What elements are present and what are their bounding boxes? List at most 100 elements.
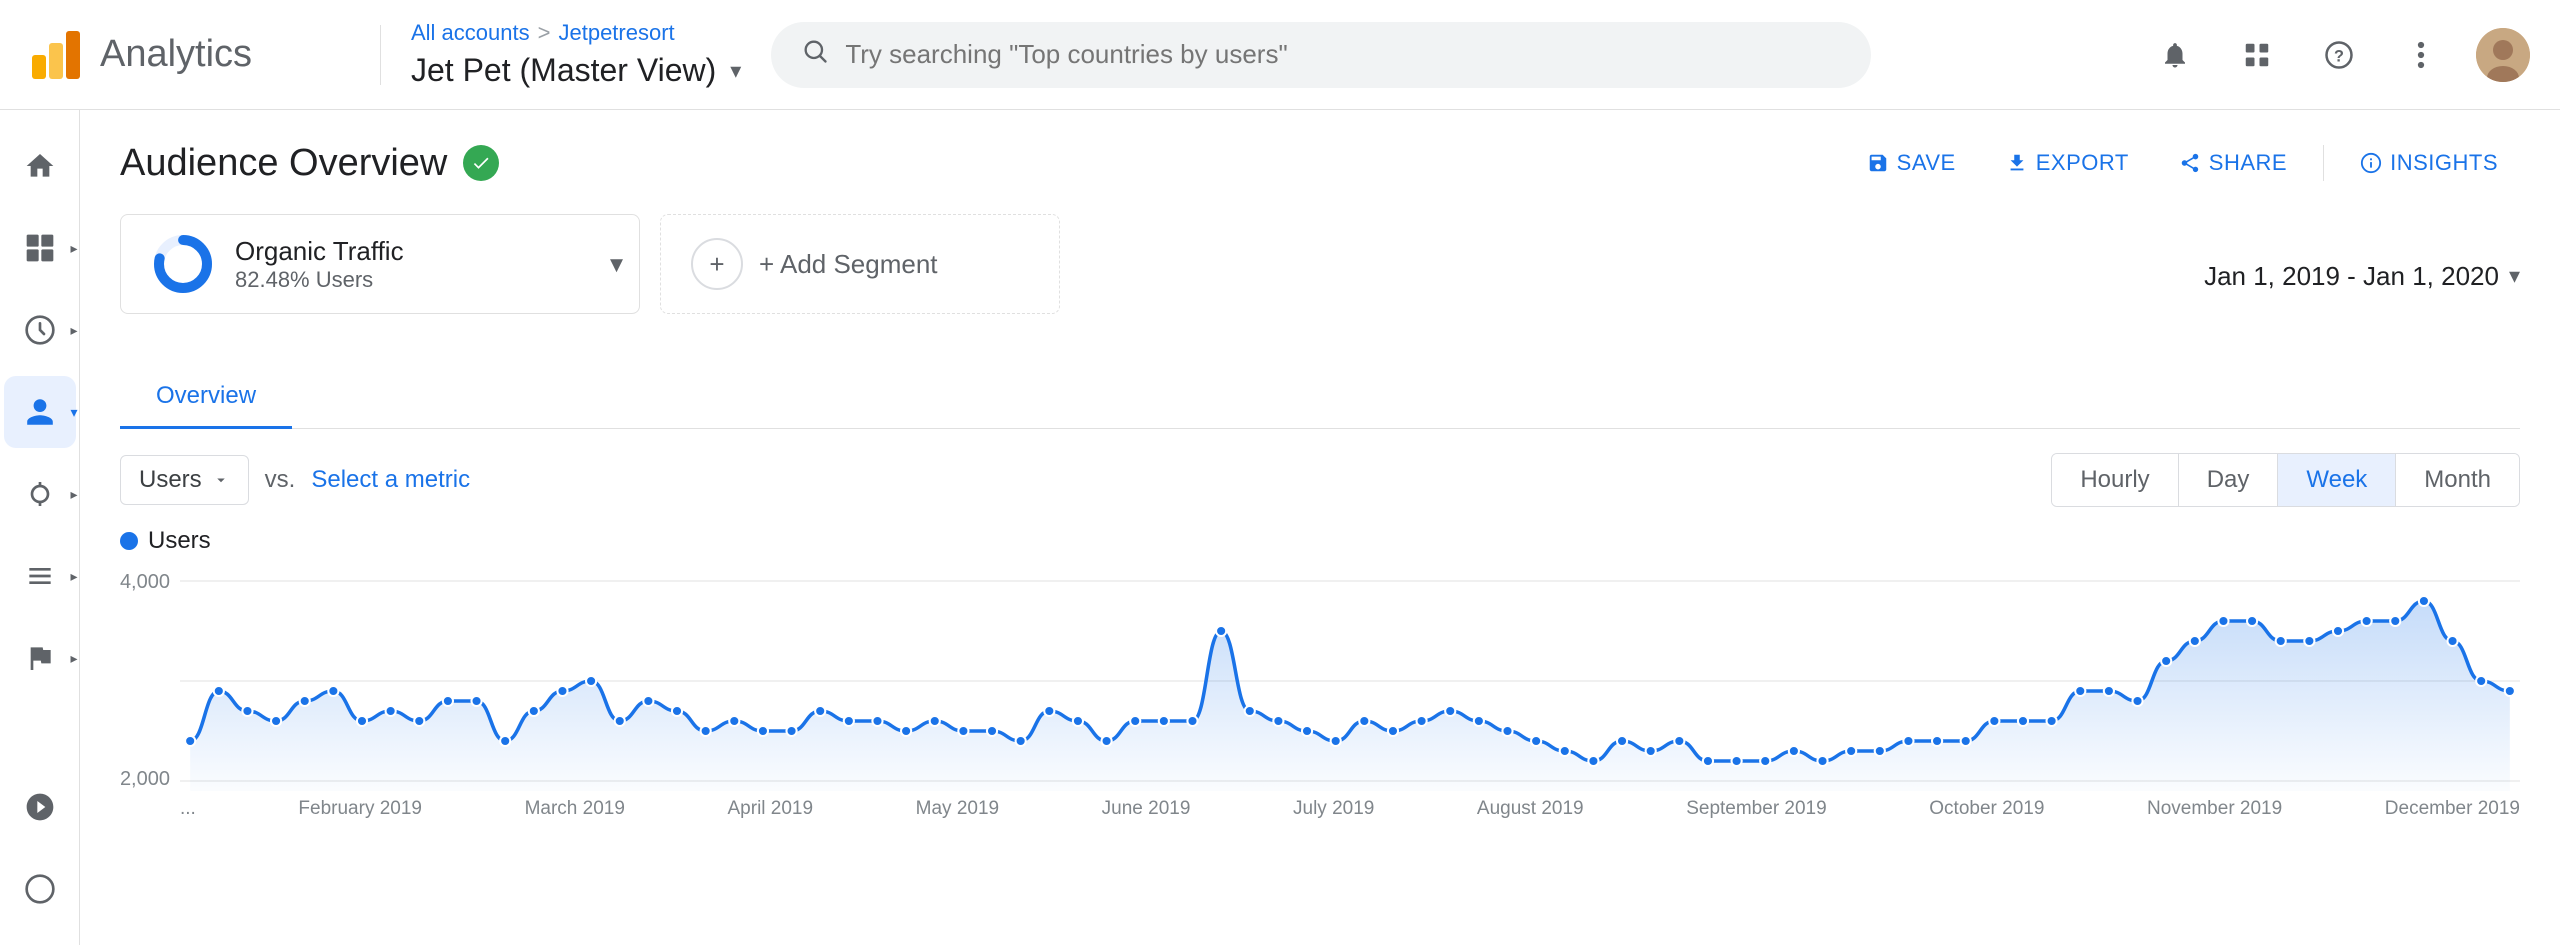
segment-name: Organic Traffic <box>235 236 404 267</box>
breadcrumb: All accounts > Jetpetresort <box>411 20 741 46</box>
tab-overview[interactable]: Overview <box>120 366 292 429</box>
sidebar-item-dashboard[interactable]: ▸ <box>4 212 76 284</box>
logo-area: Analytics <box>30 29 350 81</box>
sidebar-audience-expand-icon: ▾ <box>70 404 77 421</box>
search-input[interactable] <box>845 39 1841 70</box>
sidebar-item-acquisition[interactable]: ▸ <box>4 458 76 530</box>
share-label: SHARE <box>2209 150 2287 176</box>
x-label-1: February 2019 <box>298 798 422 820</box>
sidebar-item-home[interactable] <box>4 130 76 202</box>
legend-dot <box>120 532 138 550</box>
main-content: Audience Overview SAVE <box>80 110 2560 945</box>
metric-selector: Users vs. Select a metric <box>120 455 470 505</box>
segment-card-organic[interactable]: Organic Traffic 82.48% Users ▾ <box>120 214 640 314</box>
chart-area: Users 4,000 2,000 <box>120 527 2520 867</box>
save-button[interactable]: SAVE <box>1845 140 1978 186</box>
tab-row: Overview <box>120 366 2520 429</box>
sidebar: ▸ ▸ ▾ ▸ ▸ <box>0 110 80 945</box>
sidebar-conversions-expand-icon: ▸ <box>70 650 77 667</box>
account-selector[interactable]: Jet Pet (Master View) ▾ <box>411 52 741 89</box>
segment-dropdown-icon[interactable]: ▾ <box>610 249 623 280</box>
action-separator <box>2323 145 2324 181</box>
time-granularity: Hourly Day Week Month <box>2051 453 2520 507</box>
sidebar-item-attribution[interactable] <box>4 771 76 843</box>
date-range-arrow-icon: ▾ <box>2509 263 2520 289</box>
segments-row: Organic Traffic 82.48% Users ▾ + + Add S… <box>120 214 1060 314</box>
chart-controls: Users vs. Select a metric Hourly Day Wee… <box>120 453 2520 507</box>
x-label-6: July 2019 <box>1293 798 1374 820</box>
x-label-0: ... <box>180 798 196 820</box>
vs-label: vs. <box>265 466 296 494</box>
date-range-label: Jan 1, 2019 - Jan 1, 2020 <box>2204 261 2499 292</box>
y-axis-top: 4,000 <box>120 571 170 594</box>
x-label-11: December 2019 <box>2385 798 2520 820</box>
segment-pct: 82.48% Users <box>235 267 404 293</box>
app-title: Analytics <box>100 33 252 76</box>
page-title: Audience Overview <box>120 142 447 185</box>
sidebar-item-realtime[interactable]: ▸ <box>4 294 76 366</box>
page-header: Audience Overview SAVE <box>120 140 2520 186</box>
select-metric-link[interactable]: Select a metric <box>311 466 470 494</box>
x-label-7: August 2019 <box>1477 798 1584 820</box>
sidebar-acquisition-expand-icon: ▸ <box>70 486 77 503</box>
notification-button[interactable] <box>2148 28 2202 82</box>
ga-logo-icon <box>30 29 82 81</box>
more-options-button[interactable] <box>2394 28 2448 82</box>
metric-dropdown[interactable]: Users <box>120 455 249 505</box>
app-body: ▸ ▸ ▾ ▸ ▸ <box>0 110 2560 945</box>
header-divider <box>380 25 381 85</box>
add-segment-circle: + <box>691 238 743 290</box>
account-name: Jet Pet (Master View) <box>411 52 716 89</box>
help-button[interactable]: ? <box>2312 28 2366 82</box>
header-actions: ? <box>2148 28 2530 82</box>
gran-btn-week[interactable]: Week <box>2278 454 2396 506</box>
segment-donut-icon <box>151 232 215 296</box>
chart-svg <box>180 571 2520 791</box>
insights-label: INSIGHTS <box>2390 150 2498 176</box>
segment-info: Organic Traffic 82.48% Users <box>235 236 404 293</box>
gran-btn-month[interactable]: Month <box>2396 454 2519 506</box>
insights-button[interactable]: INSIGHTS <box>2338 140 2520 186</box>
grid-button[interactable] <box>2230 28 2284 82</box>
export-button[interactable]: EXPORT <box>1984 140 2151 186</box>
breadcrumb-account[interactable]: Jetpetresort <box>558 20 674 46</box>
x-label-8: September 2019 <box>1686 798 1827 820</box>
sidebar-item-conversions[interactable]: ▸ <box>4 622 76 694</box>
gran-btn-day[interactable]: Day <box>2179 454 2279 506</box>
svg-text:?: ? <box>2334 47 2344 65</box>
x-label-10: November 2019 <box>2147 798 2282 820</box>
share-button[interactable]: SHARE <box>2157 140 2309 186</box>
search-icon <box>801 37 829 73</box>
sidebar-item-audience[interactable]: ▾ <box>4 376 76 448</box>
x-label-5: June 2019 <box>1102 798 1191 820</box>
x-label-4: May 2019 <box>916 798 999 820</box>
add-segment-label: + Add Segment <box>759 249 938 280</box>
sidebar-behavior-expand-icon: ▸ <box>70 568 77 585</box>
chevron-down-icon: ▾ <box>730 58 741 84</box>
metric-dropdown-icon <box>212 471 230 489</box>
date-range-selector[interactable]: Jan 1, 2019 - Jan 1, 2020 ▾ <box>2204 261 2520 292</box>
chart-legend: Users <box>120 527 2520 555</box>
legend-label: Users <box>148 527 211 555</box>
sidebar-item-discover[interactable] <box>4 853 76 925</box>
breadcrumb-all[interactable]: All accounts <box>411 20 530 46</box>
search-bar[interactable] <box>771 22 1871 88</box>
page-title-row: Audience Overview <box>120 142 499 185</box>
metric-label: Users <box>139 466 202 494</box>
account-nav: All accounts > Jetpetresort Jet Pet (Mas… <box>411 20 741 89</box>
x-axis: ... February 2019 March 2019 April 2019 … <box>120 798 2520 820</box>
x-label-2: March 2019 <box>525 798 625 820</box>
sidebar-item-behavior[interactable]: ▸ <box>4 540 76 612</box>
y-axis-bot: 2,000 <box>120 768 170 791</box>
export-label: EXPORT <box>2036 150 2129 176</box>
avatar[interactable] <box>2476 28 2530 82</box>
x-label-9: October 2019 <box>1929 798 2044 820</box>
verified-badge <box>463 145 499 181</box>
sidebar-expand-icon: ▸ <box>70 240 77 257</box>
breadcrumb-sep: > <box>538 20 551 46</box>
add-segment-card[interactable]: + + Add Segment <box>660 214 1060 314</box>
gran-btn-hourly[interactable]: Hourly <box>2052 454 2178 506</box>
x-label-3: April 2019 <box>728 798 814 820</box>
save-label: SAVE <box>1897 150 1956 176</box>
sidebar-realtime-expand-icon: ▸ <box>70 322 77 339</box>
